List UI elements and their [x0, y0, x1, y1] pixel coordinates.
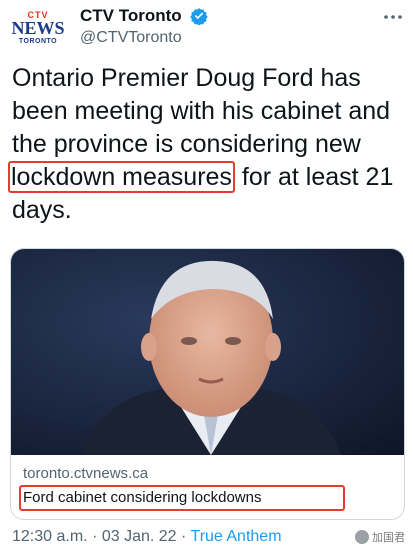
- tweet-text: Ontario Premier Doug Ford has been meeti…: [8, 62, 407, 227]
- tweet-text-before: Ontario Premier Doug Ford has been meeti…: [12, 64, 391, 158]
- tweet-source[interactable]: True Anthem: [191, 528, 282, 545]
- meta-separator: ·: [92, 528, 98, 545]
- avatar-logo-mid: NEWS: [11, 18, 65, 38]
- author-block: CTV Toronto @CTVToronto: [80, 6, 208, 47]
- watermark-icon: [355, 530, 369, 544]
- tweet-time[interactable]: 12:30 a.m.: [12, 528, 88, 545]
- more-options-icon[interactable]: [383, 12, 403, 22]
- display-name[interactable]: CTV Toronto: [80, 6, 182, 26]
- tweet-text-highlight: lockdown measures: [8, 161, 235, 193]
- card-domain: toronto.ctvnews.ca: [23, 465, 149, 482]
- watermark: 加国君: [355, 529, 405, 545]
- avatar[interactable]: CTV NEWS TORONTO: [11, 10, 65, 52]
- verified-badge-icon: [190, 8, 208, 25]
- link-card[interactable]: toronto.ctvnews.ca Ford cabinet consider…: [10, 248, 405, 520]
- handle[interactable]: @CTVToronto: [80, 29, 208, 47]
- avatar-logo-bottom: TORONTO: [18, 38, 58, 45]
- meta-separator-2: ·: [181, 528, 187, 545]
- tweet-date[interactable]: 03 Jan. 22: [102, 528, 177, 545]
- watermark-text: 加国君: [372, 532, 405, 544]
- tweet-header: CTV NEWS TORONTO CTV Toronto @CTVToronto: [12, 6, 407, 58]
- tweet-meta: 12:30 a.m. · 03 Jan. 22 · True Anthem: [12, 528, 282, 546]
- card-image[interactable]: [11, 249, 404, 455]
- card-title[interactable]: Ford cabinet considering lockdowns: [23, 489, 261, 506]
